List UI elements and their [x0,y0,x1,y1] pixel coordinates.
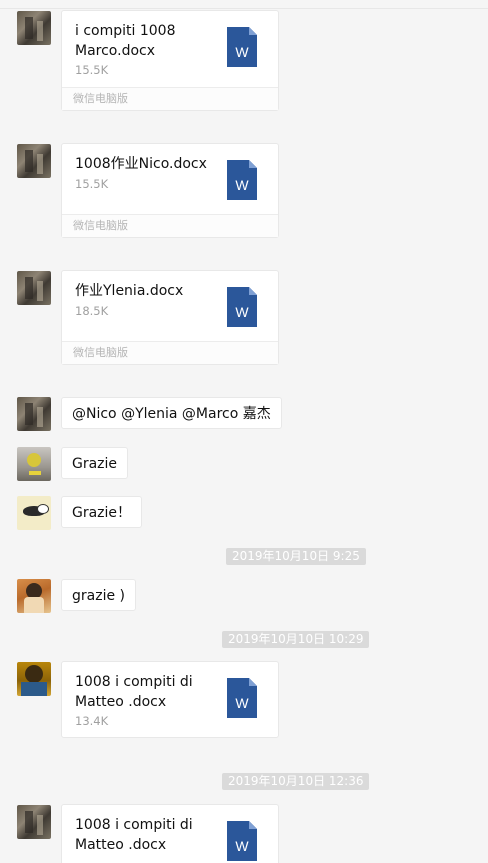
timestamp: 2019年10月10日 10:29 [222,631,370,648]
file-name: 1008作业Nico.docx [75,156,207,172]
avatar[interactable] [17,144,51,178]
file-source-label: 微信电脑版 [62,87,278,110]
file-size: 15.5K [75,177,109,191]
file-size: 18.5K [75,304,109,318]
text-message[interactable]: Grazie [61,447,129,479]
file-message-card[interactable]: 1008作业Nico.docx 15.5K W 微信电脑版 [61,143,279,238]
file-source-label: 微信电脑版 [62,341,278,364]
svg-text:W: W [235,838,249,854]
file-message-card[interactable]: 1008 i compiti di Matteo .docx W [61,804,279,863]
file-message-card[interactable]: 1008 i compiti di Matteo .docx 13.4K W [61,661,279,738]
text-message[interactable]: Grazie！ [61,496,143,528]
timestamp: 2019年10月10日 9:25 [226,548,366,565]
file-source-label: 微信电脑版 [62,214,278,237]
avatar[interactable] [17,579,51,613]
avatar[interactable] [17,447,51,481]
avatar[interactable] [17,805,51,839]
text-message[interactable]: grazie ) [61,579,136,611]
timestamp: 2019年10月10日 12:36 [222,773,370,790]
file-size: 13.4K [75,714,109,728]
file-message-card[interactable]: i compiti 1008 Marco.docx 15.5K W 微信电脑版 [61,10,279,111]
file-name: i compiti 1008 Marco.docx [75,23,176,59]
avatar[interactable] [17,662,51,696]
svg-text:W: W [235,304,249,320]
word-doc-icon: W [227,287,257,327]
svg-text:W: W [235,177,249,193]
word-doc-icon: W [227,821,257,861]
avatar[interactable] [17,271,51,305]
word-doc-icon: W [227,678,257,718]
svg-text:W: W [235,44,249,60]
word-doc-icon: W [227,160,257,200]
word-doc-icon: W [227,27,257,67]
file-name: 1008 i compiti di Matteo .docx [75,817,193,853]
file-message-card[interactable]: 作业Ylenia.docx 18.5K W 微信电脑版 [61,270,279,365]
avatar[interactable] [17,11,51,45]
text-message[interactable]: @Nico @Ylenia @Marco 嘉杰 [61,397,282,429]
file-name: 1008 i compiti di Matteo .docx [75,674,193,710]
svg-text:W: W [235,695,249,711]
file-size: 15.5K [75,63,109,77]
avatar[interactable] [17,496,51,530]
divider [0,8,488,9]
file-name: 作业Ylenia.docx [75,283,184,299]
avatar[interactable] [17,397,51,431]
